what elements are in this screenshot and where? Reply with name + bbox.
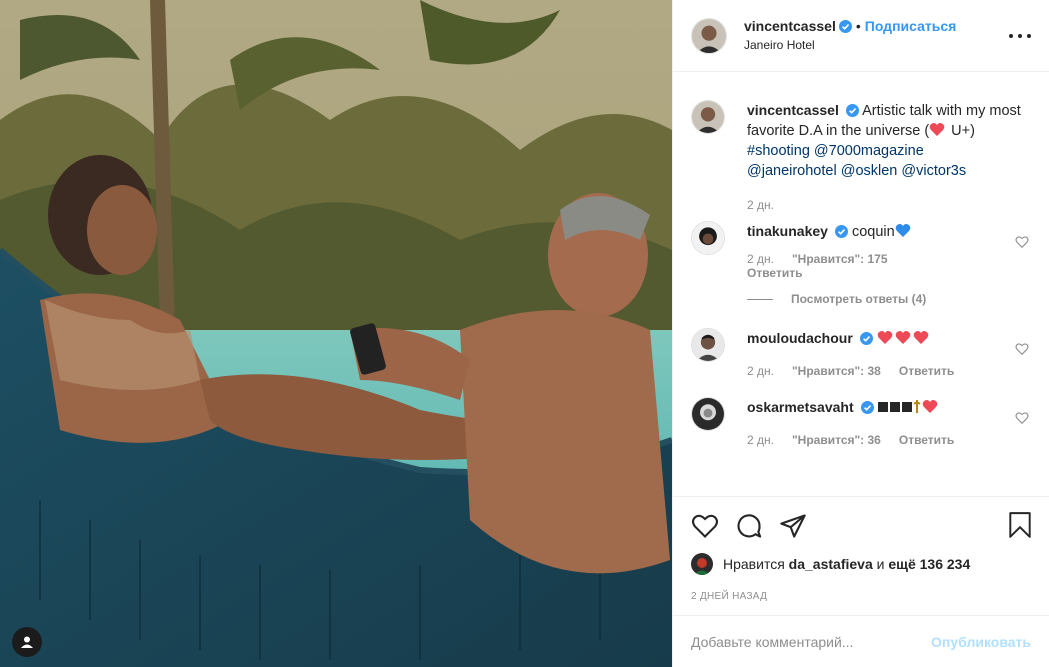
user-tag-button[interactable] [12,627,42,657]
more-options-button[interactable] [1009,28,1031,44]
view-replies-label: Посмотреть ответы (4) [791,292,927,306]
comment-body: mouloudachour 2 дн. "Нравится": 38 Ответ… [747,328,1033,381]
comment-likes[interactable]: "Нравится": 175 [792,252,888,266]
reply-button[interactable]: Ответить [747,266,1033,280]
post-header: vincentcassel • Подписаться Janeiro Hotel [673,0,1049,72]
like-comment-heart-icon[interactable] [1015,342,1029,356]
avatar-image [692,101,724,133]
comment-meta: 2 дн. "Нравится": 38 Ответить [747,361,1033,381]
comment-icon[interactable] [735,512,763,540]
commenter-avatar[interactable] [691,221,725,255]
author-avatar[interactable] [691,17,727,54]
share-icon[interactable] [779,512,807,540]
caption-meta: 2 дн. [747,195,1033,215]
action-icons [691,511,1033,541]
verified-icon [838,19,852,33]
heart-emoji-icon [929,123,945,136]
more-icon-dot [1027,34,1031,38]
heart-emoji-icon [877,331,893,344]
caption-age: 2 дн. [747,198,774,212]
caption-body: vincentcassel Artistic talk with my most… [747,100,1033,215]
more-icon-dot [1018,34,1022,38]
comment-likes[interactable]: "Нравится": 36 [792,430,881,450]
verified-icon [859,332,873,345]
comment-meta: 2 дн. "Нравится": 36 Ответить [747,430,1033,450]
follow-button[interactable]: Подписаться [865,18,957,34]
hashtag-shooting[interactable]: #shooting [747,143,810,159]
likes-count[interactable]: ещё 136 234 [888,556,970,572]
avatar-image [692,222,724,254]
location-link[interactable]: Janeiro Hotel [744,36,956,55]
comment-text: coquin [851,224,895,240]
more-icon [1009,34,1013,38]
avatar-image [691,553,713,575]
caption: vincentcassel Artistic talk with my most… [691,100,1033,215]
black-squares-icon [877,400,921,413]
caption-text-end: U+) [947,123,975,139]
verified-icon [860,401,874,414]
comment-meta: 2 дн. "Нравится": 175 Ответить [747,252,1033,280]
author-username[interactable]: vincentcassel [744,18,836,34]
mention-osklen[interactable]: @osklen [841,163,898,179]
comment-age: 2 дн. [747,252,774,266]
author-meta: vincentcassel • Подписаться Janeiro Hotel [744,17,956,55]
likes-prefix: Нравится [723,556,785,572]
mention-victor3s[interactable]: @victor3s [901,163,966,179]
liker-avatar[interactable] [691,553,713,575]
photo-scene [0,0,672,667]
likes-and: и [876,556,885,572]
heart-emoji-icon [913,331,929,344]
comment-likes[interactable]: "Нравится": 38 [792,361,881,381]
commenter-avatar[interactable] [691,328,725,362]
comment-body: oskarmetsavaht 2 дн. "Нравится": 36 Отве… [747,397,1033,450]
post-details-panel: vincentcassel • Подписаться Janeiro Hotel [672,0,1049,667]
separator-dot: • [855,17,861,34]
avatar-image [692,329,724,361]
avatar-image [692,18,726,53]
like-comment-heart-icon[interactable] [1015,411,1029,425]
comments-list[interactable]: vincentcassel Artistic talk with my most… [673,72,1049,496]
comment-item: mouloudachour 2 дн. "Нравится": 38 Ответ… [691,328,1033,381]
verified-icon [845,104,859,117]
likes-summary: Нравится da_astafieva и ещё 136 234 [691,553,1033,575]
post-modal: vincentcassel • Подписаться Janeiro Hotel [0,0,1049,667]
comment-author[interactable]: tinakunakey [747,223,828,239]
liker-username[interactable]: da_astafieva [789,556,873,572]
caption-avatar[interactable] [691,100,725,134]
post-photo[interactable] [0,0,672,667]
comment-author[interactable]: oskarmetsavaht [747,399,854,415]
post-timestamp: 2 дней назад [691,591,768,602]
comment-author[interactable]: mouloudachour [747,330,853,346]
bookmark-icon[interactable] [1007,511,1033,539]
comment-input[interactable] [691,633,932,650]
user-tag-icon [21,636,33,648]
like-comment-heart-icon[interactable] [1015,235,1029,249]
comment-item: tinakunakey coquin 2 дн. "Нравится": 175… [691,221,1033,280]
heart-emoji-icon [922,400,937,413]
reply-button[interactable]: Ответить [899,430,954,450]
publish-button[interactable]: Опубликовать [931,634,1031,650]
reply-button[interactable]: Ответить [899,361,954,381]
blue-heart-emoji-icon [895,224,910,237]
verified-icon [834,225,848,238]
mention-7000magazine[interactable]: @7000magazine [814,143,924,159]
heart-emoji-icon [895,331,911,344]
heart-icon[interactable] [691,512,719,540]
caption-author[interactable]: vincentcassel [747,102,839,118]
comment-age: 2 дн. [747,364,774,378]
view-replies-button[interactable]: Посмотреть ответы (4) [747,292,1033,306]
add-comment-form: Опубликовать [673,615,1049,667]
avatar-image [692,398,724,430]
comment-body: tinakunakey coquin 2 дн. "Нравится": 175… [747,221,1033,280]
mention-janeirohotel[interactable]: @janeirohotel [747,163,837,179]
replies-divider [747,298,773,300]
commenter-avatar[interactable] [691,397,725,431]
comment-age: 2 дн. [747,433,774,447]
comment-item: oskarmetsavaht 2 дн. "Нравится": 36 Отве… [691,397,1033,450]
post-actions: Нравится da_astafieva и ещё 136 234 2 дн… [673,496,1049,616]
